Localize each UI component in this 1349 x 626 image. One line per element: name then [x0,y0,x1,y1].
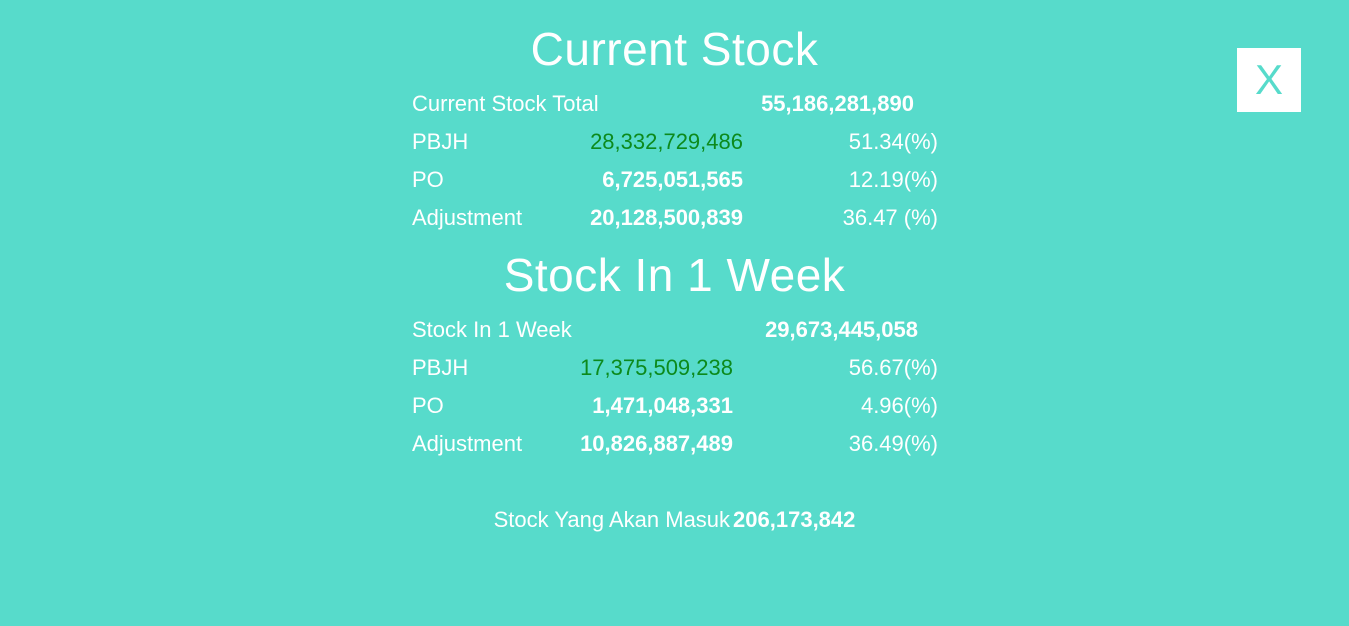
stock-week-total-value: 29,673,445,058 [765,317,918,342]
stock-week-adjustment-label: Adjustment [412,431,523,456]
current-stock-po-value: 6,725,051,565 [602,167,743,192]
current-stock-po-percent: 12.19(%) [848,167,938,192]
current-stock-adjustment-percent: 36.47 (%) [842,205,938,230]
stock-summary-page: X Current Stock Current Stock Total 55,1… [0,0,1349,626]
stock-week-pbjh-value: 17,375,509,238 [580,355,733,380]
stock-week-total-label: Stock In 1 Week [412,317,572,342]
current-stock-po-label: PO [412,167,444,192]
current-stock-pbjh-value: 28,332,729,486 [590,129,743,154]
current-stock-adjustment-label: Adjustment [412,205,523,230]
current-stock-adjustment-value: 20,128,500,839 [590,205,743,230]
stock-week-pbjh-label: PBJH [412,355,469,380]
current-stock-total-value: 55,186,281,890 [761,91,914,116]
stock-week-title: Stock In 1 Week [503,249,846,301]
incoming-stock-label: Stock Yang Akan Masuk [493,507,731,532]
stock-week-adjustment-value: 10,826,887,489 [580,431,733,456]
stock-week-po-label: PO [412,393,444,418]
stock-week-po-percent: 4.96(%) [860,393,938,418]
incoming-stock-row: Stock Yang Akan Masuk 206,173,842 [0,505,1349,535]
stock-week-adjustment-percent: 36.49(%) [848,431,938,456]
stock-week-pbjh-percent: 56.67(%) [848,355,938,380]
incoming-stock-value: 206,173,842 [733,507,856,532]
current-stock-pbjh-label: PBJH [412,129,469,154]
current-stock-pbjh-percent: 51.34(%) [848,129,938,154]
current-stock-title: Current Stock [530,23,819,75]
current-stock-total-label: Current Stock Total [412,91,599,116]
stock-week-po-value: 1,471,048,331 [592,393,733,418]
